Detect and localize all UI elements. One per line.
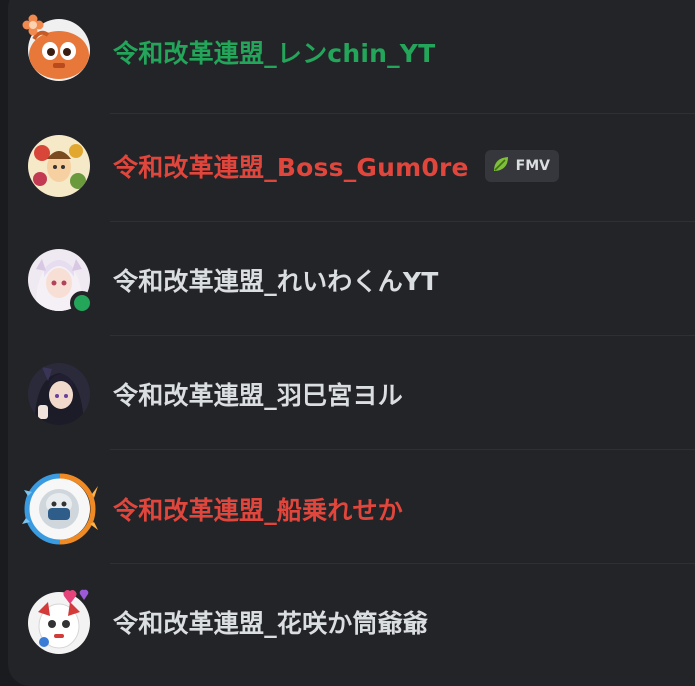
- member-name[interactable]: 令和改革連盟_レンchin_YT: [113, 34, 435, 70]
- member-name-container: 令和改革連盟_船乗れせか: [113, 489, 403, 529]
- member-row[interactable]: 令和改革連盟_れいわくんYT: [0, 222, 695, 336]
- member-name[interactable]: 令和改革連盟_れいわくんYT: [113, 262, 438, 298]
- leaf-icon: [491, 154, 511, 178]
- member-name[interactable]: 令和改革連盟_羽巳宮ヨル: [113, 376, 403, 412]
- dark-hair-character-avatar[interactable]: [28, 363, 90, 425]
- member-name-container: 令和改革連盟_Boss_Gum0re FMV: [113, 146, 559, 186]
- member-list: 令和改革連盟_レンchin_YT 令和改革連盟_Boss_Gum0re FMV …: [0, 0, 695, 678]
- online-status-icon: [70, 291, 94, 315]
- flower-decoration-icon: [22, 14, 44, 36]
- member-name-container: 令和改革連盟_花咲か筒爺爺: [113, 602, 428, 642]
- member-name-container: 令和改革連盟_羽巳宮ヨル: [113, 374, 403, 414]
- member-row[interactable]: 令和改革連盟_花咲か筒爺爺: [0, 564, 695, 678]
- member-row[interactable]: 令和改革連盟_羽巳宮ヨル: [0, 336, 695, 450]
- member-name-container: 令和改革連盟_レンchin_YT: [113, 32, 435, 72]
- member-row[interactable]: 令和改革連盟_レンchin_YT: [0, 0, 695, 114]
- member-name-container: 令和改革連盟_れいわくんYT: [113, 260, 438, 300]
- member-name[interactable]: 令和改革連盟_Boss_Gum0re: [113, 148, 469, 184]
- member-row[interactable]: 令和改革連盟_Boss_Gum0re FMV: [0, 108, 695, 222]
- member-name[interactable]: 令和改革連盟_船乗れせか: [113, 491, 403, 527]
- member-row[interactable]: 令和改革連盟_船乗れせか: [0, 450, 695, 564]
- heart-decoration-icon: [62, 586, 92, 606]
- ice-fire-frame-icon: [22, 472, 98, 546]
- fmv-badge[interactable]: FMV: [484, 150, 559, 182]
- badge-label: FMV: [515, 158, 550, 174]
- colorful-character-avatar[interactable]: [28, 135, 90, 197]
- member-name[interactable]: 令和改革連盟_花咲か筒爺爺: [113, 604, 428, 640]
